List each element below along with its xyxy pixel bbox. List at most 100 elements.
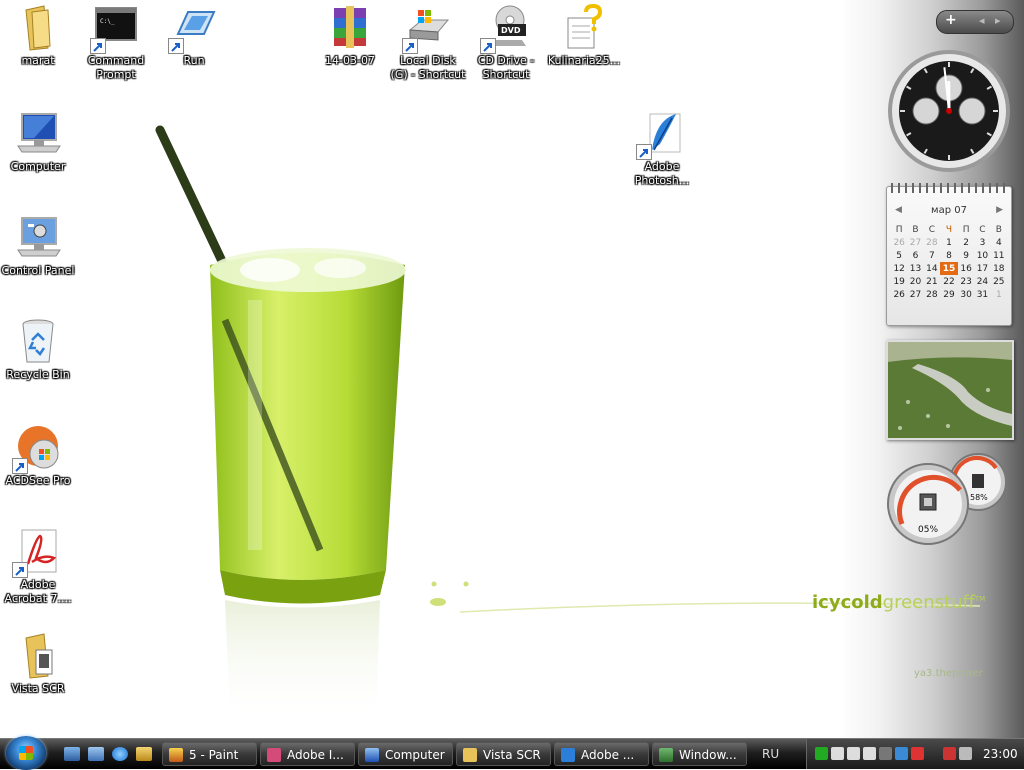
dvd-drive-icon: DVD xyxy=(482,4,530,52)
unknown-file-icon xyxy=(560,4,608,52)
calendar-day[interactable]: 29 xyxy=(940,288,958,301)
calendar-day[interactable]: 27 xyxy=(907,288,923,301)
calendar-day[interactable]: 27 xyxy=(907,236,923,249)
sidebar-controls: + ◂ ▸ xyxy=(936,10,1014,34)
taskbar-item-adobe-illustrator[interactable]: Adobe I... xyxy=(260,742,355,766)
taskbar-item-vista-scr[interactable]: Vista SCR xyxy=(456,742,551,766)
calendar-day[interactable]: 1 xyxy=(991,288,1007,301)
desktop-icon-photoshop[interactable]: Adobe Photosh... xyxy=(624,110,700,188)
media-previous-icon[interactable] xyxy=(815,747,828,760)
calendar-rings xyxy=(891,183,1007,193)
internet-explorer-icon[interactable] xyxy=(112,747,128,761)
add-gadget-button[interactable]: + xyxy=(945,12,957,28)
calendar-day[interactable]: 5 xyxy=(891,249,907,262)
taskbar-clock[interactable]: 23:00 xyxy=(983,739,1018,769)
calendar-day[interactable]: 17 xyxy=(974,262,990,275)
calendar-day[interactable]: 26 xyxy=(891,236,907,249)
calendar-gadget[interactable]: ◀ мар 07 ▶ ПВСЧПСВ2627281234567891011121… xyxy=(886,186,1012,326)
calendar-day[interactable]: 16 xyxy=(958,262,974,275)
language-indicator[interactable]: RU xyxy=(762,739,779,769)
calendar-day[interactable]: 8 xyxy=(940,249,958,262)
volume-icon[interactable] xyxy=(959,747,972,760)
desktop-icon-kulinaria[interactable]: Kulinaria25... xyxy=(546,4,622,68)
start-button[interactable] xyxy=(6,736,46,770)
calendar-day[interactable]: 21 xyxy=(924,275,940,288)
command-prompt-icon: C:\_ xyxy=(92,4,140,52)
calendar-day[interactable]: 28 xyxy=(924,236,940,249)
calendar-day[interactable]: 30 xyxy=(958,288,974,301)
clock-gadget[interactable] xyxy=(886,48,1012,174)
calendar-day[interactable]: 24 xyxy=(974,275,990,288)
recycle-bin-icon xyxy=(14,318,62,366)
calendar-next-arrow-icon[interactable]: ▶ xyxy=(996,205,1003,215)
prev-gadget-button[interactable]: ◂ xyxy=(979,14,985,27)
calendar-day[interactable]: 22 xyxy=(940,275,958,288)
quick-launch-tool-icon[interactable] xyxy=(136,747,152,761)
calendar-day[interactable]: 31 xyxy=(974,288,990,301)
taskbar-item-computer[interactable]: Computer xyxy=(358,742,453,766)
desktop-icon-label: Control Panel xyxy=(0,264,76,278)
taskbar-item-label: Computer xyxy=(385,743,445,766)
calendar-day[interactable]: 25 xyxy=(991,275,1007,288)
calendar-weekday: П xyxy=(891,223,907,236)
taskbar-item-paint[interactable]: 5 - Paint xyxy=(162,742,257,766)
control-panel-icon xyxy=(14,214,62,262)
taskbar-item-window[interactable]: Window... xyxy=(652,742,747,766)
desktop-icon-label: Recycle Bin xyxy=(0,368,76,382)
desktop-icon-run[interactable]: Run xyxy=(156,4,232,68)
desktop-icon-acdsee[interactable]: ACDSee Pro xyxy=(0,424,76,488)
computer-icon xyxy=(365,748,379,762)
media-back-icon[interactable] xyxy=(831,747,844,760)
tray-app-icon[interactable] xyxy=(911,747,924,760)
calendar-today[interactable]: 15 xyxy=(940,262,958,275)
calendar-day[interactable]: 9 xyxy=(958,249,974,262)
calendar-day[interactable]: 2 xyxy=(958,236,974,249)
desktop-icon-marat[interactable]: marat xyxy=(0,4,76,68)
calendar-day[interactable]: 14 xyxy=(924,262,940,275)
network-icon[interactable] xyxy=(943,747,956,760)
desktop-icon-local-disk[interactable]: Local Disk (G) - Shortcut xyxy=(390,4,466,82)
media-forward-icon[interactable] xyxy=(863,747,876,760)
dvd-badge: DVD xyxy=(501,26,521,35)
taskbar-item-adobe[interactable]: Adobe ... xyxy=(554,742,649,766)
shortcut-arrow-icon xyxy=(480,38,496,54)
slideshow-gadget[interactable] xyxy=(886,340,1014,440)
desktop-icon-computer[interactable]: Computer xyxy=(0,110,76,174)
desktop-icon-command-prompt[interactable]: C:\_ Command Prompt xyxy=(78,4,154,82)
desktop-icon-acrobat[interactable]: Adobe Acrobat 7.... xyxy=(0,528,76,606)
taskbar-item-label: Adobe ... xyxy=(581,743,634,766)
desktop-icon-control-panel[interactable]: Control Panel xyxy=(0,214,76,278)
acdsee-icon xyxy=(14,424,62,472)
computer-icon xyxy=(14,110,62,158)
desktop-icon-archive[interactable]: 14-03-07 xyxy=(312,4,388,68)
calendar-day[interactable]: 3 xyxy=(974,236,990,249)
desktop-icon-label: CD Drive - Shortcut xyxy=(468,54,544,82)
calendar-day[interactable]: 12 xyxy=(891,262,907,275)
calendar-day[interactable]: 11 xyxy=(991,249,1007,262)
next-gadget-button[interactable]: ▸ xyxy=(995,14,1001,27)
tray-app-icon[interactable] xyxy=(895,747,908,760)
desktop-icon-cd-drive[interactable]: DVD CD Drive - Shortcut xyxy=(468,4,544,82)
calendar-day[interactable]: 18 xyxy=(991,262,1007,275)
switch-windows-icon[interactable] xyxy=(88,747,104,761)
calendar-day[interactable]: 23 xyxy=(958,275,974,288)
calendar-day[interactable]: 7 xyxy=(924,249,940,262)
calendar-day[interactable]: 26 xyxy=(891,288,907,301)
desktop: icycoldgreenstuffTM ya3.thepower marat C… xyxy=(0,0,1024,738)
calendar-day[interactable]: 4 xyxy=(991,236,1007,249)
media-play-pause-icon[interactable] xyxy=(847,747,860,760)
calendar-day[interactable]: 6 xyxy=(907,249,923,262)
adobe-app-icon xyxy=(267,748,281,762)
slideshow-photo xyxy=(888,342,1012,438)
calendar-day[interactable]: 10 xyxy=(974,249,990,262)
calendar-day[interactable]: 13 xyxy=(907,262,923,275)
desktop-icon-recycle-bin[interactable]: Recycle Bin xyxy=(0,318,76,382)
show-desktop-icon[interactable] xyxy=(64,747,80,761)
tray-app-icon[interactable] xyxy=(879,747,892,760)
calendar-day[interactable]: 20 xyxy=(907,275,923,288)
calendar-day[interactable]: 1 xyxy=(940,236,958,249)
calendar-day[interactable]: 28 xyxy=(924,288,940,301)
cpu-meter-gadget[interactable]: 58% 05% xyxy=(884,452,1014,548)
desktop-icon-vista-scr[interactable]: Vista SCR xyxy=(0,632,76,696)
calendar-day[interactable]: 19 xyxy=(891,275,907,288)
